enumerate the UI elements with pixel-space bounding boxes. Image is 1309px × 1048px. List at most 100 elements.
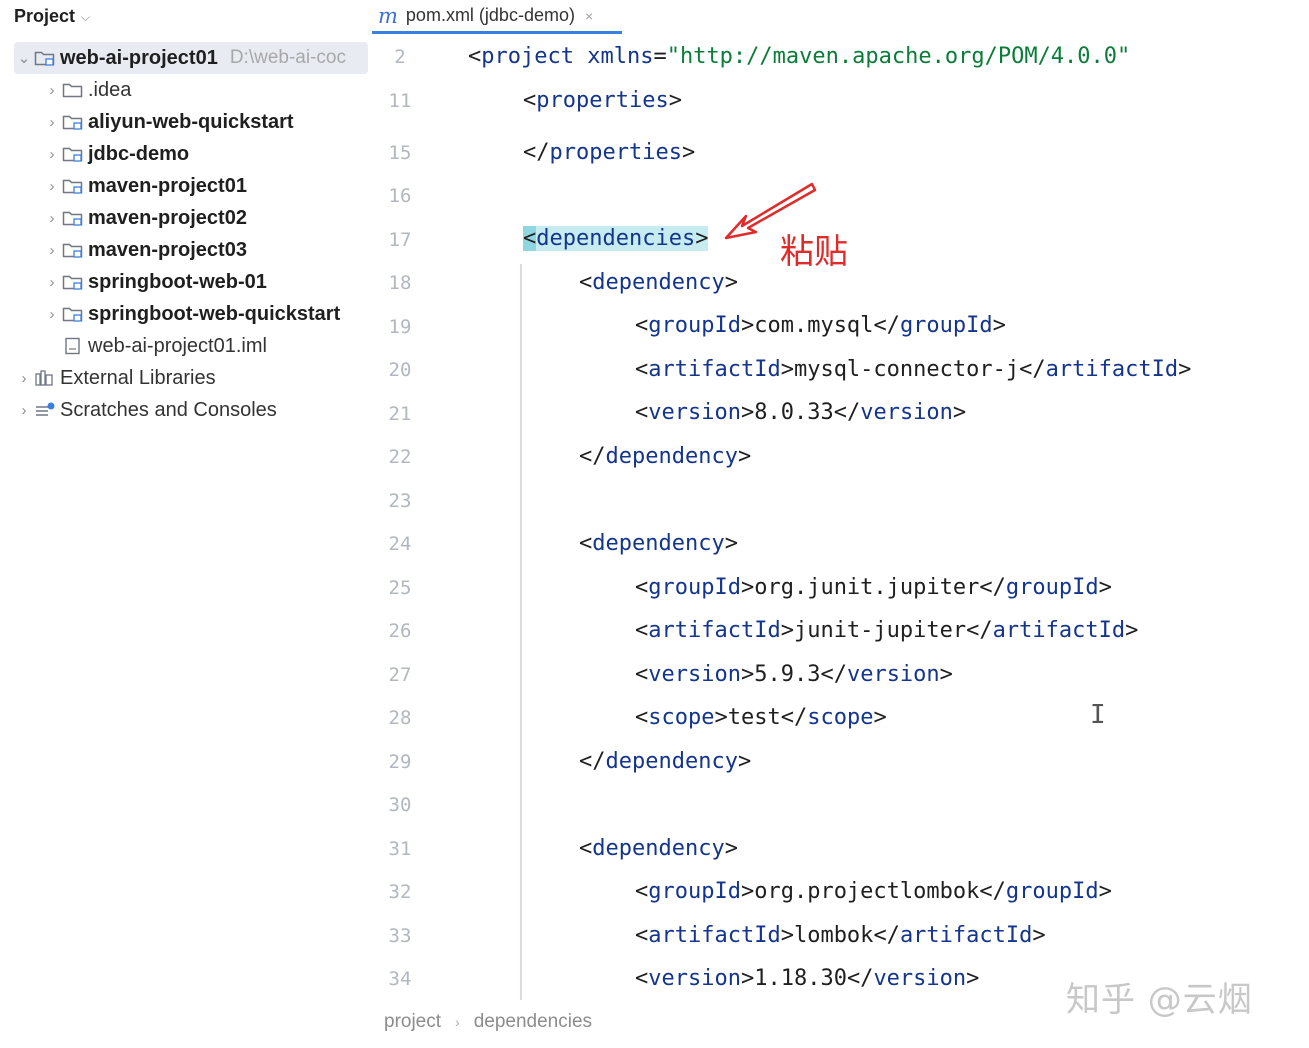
- line-number: 33: [388, 925, 412, 947]
- tree-item-maven-project01[interactable]: › maven-project01: [42, 170, 247, 202]
- code-line: <groupId>org.junit.jupiter</groupId>: [635, 575, 1112, 600]
- root-project-name: web-ai-project01: [60, 46, 218, 69]
- xml-text: org.projectlombok: [754, 879, 980, 904]
- xml-text: org.junit.jupiter: [754, 575, 980, 600]
- code-line-dependencies: <dependencies>: [523, 226, 709, 252]
- chevron-down-icon[interactable]: ⌄: [14, 49, 34, 67]
- tree-item-aliyun-web-quickstart[interactable]: › aliyun-web-quickstart: [42, 106, 294, 138]
- code-line: <project xmlns="http://maven.apache.org/…: [468, 44, 1131, 69]
- text-cursor-icon: I: [1090, 700, 1106, 730]
- xml-string: "http://maven.apache.org/POM/4.0.0": [666, 44, 1131, 69]
- xml-tag: dependency: [605, 444, 738, 469]
- xml-tag: groupId: [648, 879, 741, 904]
- line-number: 30: [388, 794, 412, 816]
- tree-item-jdbc-demo[interactable]: › jdbc-demo: [42, 138, 190, 170]
- chevron-right-icon[interactable]: ›: [42, 306, 62, 323]
- close-icon[interactable]: ×: [585, 8, 593, 24]
- iml-file-icon: [62, 337, 84, 355]
- line-number: 16: [388, 185, 412, 207]
- chevron-right-icon[interactable]: ›: [42, 114, 62, 131]
- watermark: 知乎 @云烟: [1066, 980, 1253, 1020]
- project-tool-window: Project ⌵ ⌄ web-ai-project01 D:\web-ai-c…: [0, 0, 372, 1048]
- xml-tag: artifactId: [992, 618, 1126, 643]
- xml-tag: groupId: [1005, 879, 1099, 904]
- code-line: </dependency>: [579, 749, 752, 774]
- tree-item-root[interactable]: ⌄ web-ai-project01 D:\web-ai-coc: [14, 42, 368, 74]
- line-number: 17: [388, 229, 412, 251]
- tree-item-label: springboot-web-quickstart: [88, 302, 341, 325]
- module-folder-icon: [62, 273, 84, 291]
- xml-tag: artifactId: [1045, 357, 1179, 382]
- line-number: 23: [388, 490, 412, 512]
- xml-text: mysql-connector-j: [793, 357, 1020, 382]
- tab-title: pom.xml (jdbc-demo): [405, 5, 575, 25]
- xml-tag: groupId: [648, 313, 741, 338]
- module-folder-icon: [62, 305, 84, 323]
- xml-tag: scope: [807, 705, 874, 730]
- chevron-right-icon[interactable]: ›: [42, 82, 62, 99]
- chevron-right-icon[interactable]: ›: [42, 274, 62, 291]
- tree-item-iml-file[interactable]: web-ai-project01.iml: [62, 330, 267, 362]
- breadcrumb: project › dependencies: [384, 1009, 592, 1035]
- xml-text: 1.18.30: [754, 966, 847, 991]
- annotation-label: 粘贴: [780, 232, 848, 272]
- code-line: <artifactId>mysql-connector-j</artifactI…: [635, 357, 1192, 382]
- tree-item-scratches[interactable]: › Scratches and Consoles: [14, 394, 277, 426]
- line-number: 15: [388, 142, 412, 164]
- xml-tag: version: [648, 662, 741, 687]
- xml-tag: dependencies: [536, 226, 696, 251]
- tree-item-maven-project02[interactable]: › maven-project02: [42, 202, 247, 234]
- code-line: <version>8.0.33</version>: [635, 400, 967, 425]
- tree-item-label: Scratches and Consoles: [60, 398, 277, 421]
- xml-tag: version: [846, 662, 940, 687]
- chevron-right-icon[interactable]: ›: [14, 370, 34, 387]
- tree-item-maven-project03[interactable]: › maven-project03: [42, 234, 247, 266]
- code-line: <groupId>com.mysql</groupId>: [635, 313, 1006, 338]
- breadcrumb-item-project[interactable]: project: [384, 1011, 441, 1033]
- project-panel-title: Project: [14, 5, 76, 26]
- chevron-right-icon[interactable]: ›: [42, 146, 62, 163]
- tree-item-external-libraries[interactable]: › External Libraries: [14, 362, 216, 394]
- xml-tag: groupId: [1005, 575, 1099, 600]
- tree-item-springboot-web-quickstart[interactable]: › springboot-web-quickstart: [42, 298, 341, 330]
- chevron-right-icon[interactable]: ›: [42, 210, 62, 227]
- tree-item-label: jdbc-demo: [88, 142, 190, 165]
- xml-tag: properties: [536, 88, 669, 113]
- line-number: 32: [388, 881, 412, 903]
- tree-item-label: .idea: [88, 78, 132, 101]
- line-number: 25: [388, 577, 412, 599]
- code-editor[interactable]: 2 11 15 16 17 18 19 20 21 22 23 24 25 26…: [372, 36, 1309, 1002]
- xml-tag: scope: [648, 705, 715, 730]
- chevron-down-icon[interactable]: ⌵: [81, 10, 90, 25]
- code-line: <dependency>: [579, 836, 738, 861]
- line-number: 26: [388, 620, 412, 642]
- chevron-right-icon[interactable]: ›: [14, 402, 34, 419]
- indent-guide: [520, 264, 522, 1000]
- line-number: 11: [388, 90, 412, 112]
- xml-tag: dependency: [605, 749, 738, 774]
- library-icon: [34, 369, 56, 387]
- tree-item-idea[interactable]: › .idea: [42, 74, 132, 106]
- tree-item-springboot-web-01[interactable]: › springboot-web-01: [42, 266, 267, 298]
- line-number: 19: [388, 316, 412, 338]
- scratches-icon: [34, 401, 56, 419]
- chevron-right-icon[interactable]: ›: [42, 242, 62, 259]
- code-line: <artifactId>junit-jupiter</artifactId>: [635, 618, 1139, 643]
- xml-text: test: [727, 705, 781, 730]
- project-panel-header[interactable]: Project ⌵: [14, 4, 90, 28]
- breadcrumb-item-dependencies[interactable]: dependencies: [474, 1011, 592, 1033]
- xml-tag: groupId: [648, 575, 741, 600]
- xml-tag: version: [873, 966, 967, 991]
- xml-tag: artifactId: [648, 357, 781, 382]
- xml-text: com.mysql: [754, 313, 874, 338]
- xml-tag: groupId: [899, 313, 993, 338]
- code-line: </properties>: [523, 140, 696, 165]
- module-folder-icon: [62, 145, 84, 163]
- code-line: <groupId>org.projectlombok</groupId>: [635, 879, 1112, 904]
- code-line: <dependency>: [579, 270, 738, 295]
- line-number: 18: [388, 272, 412, 294]
- chevron-right-icon[interactable]: ›: [42, 178, 62, 195]
- tab-pom-xml[interactable]: m pom.xml (jdbc-demo) ×: [372, 0, 622, 34]
- line-number: 21: [388, 403, 412, 425]
- module-folder-icon: [62, 241, 84, 259]
